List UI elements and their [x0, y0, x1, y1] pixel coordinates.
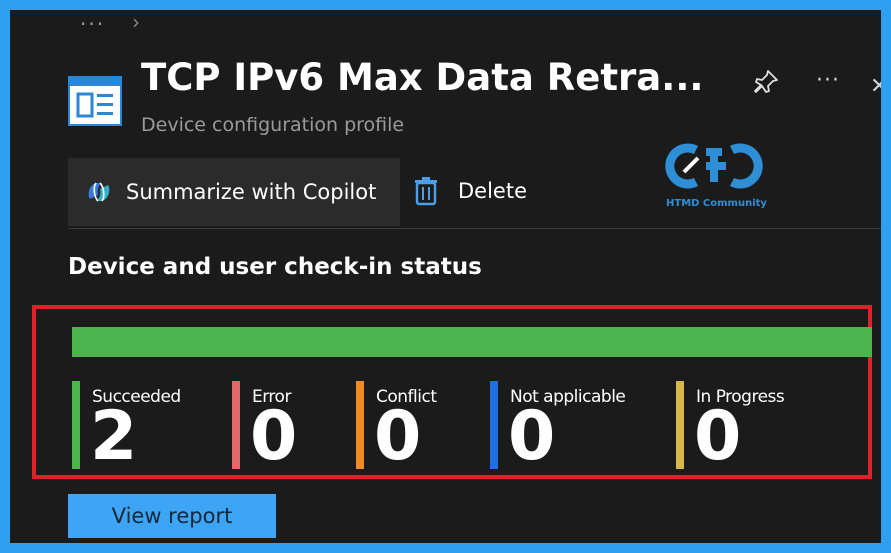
- stat-in-progress-color-bar: [676, 381, 684, 469]
- page-title: TCP IPv6 Max Data Retra...: [141, 56, 704, 99]
- stat-not-applicable-value: 0: [508, 397, 556, 476]
- stat-conflict-color-bar: [356, 381, 364, 469]
- stat-succeeded-value: 2: [90, 397, 138, 476]
- toolbar-divider: [68, 228, 881, 229]
- checkin-progress-bar: [72, 327, 872, 357]
- section-title: Device and user check-in status: [68, 254, 482, 280]
- stat-error-value: 0: [250, 397, 298, 476]
- page-subtitle: Device configuration profile: [141, 114, 405, 136]
- progress-fill-succeeded: [72, 327, 872, 357]
- stat-in-progress-value: 0: [694, 397, 742, 476]
- stat-succeeded-color-bar: [72, 381, 80, 469]
- delete-label: Delete: [458, 179, 527, 203]
- breadcrumb-separator: ›: [132, 10, 140, 34]
- view-report-button[interactable]: View report: [68, 494, 276, 538]
- more-options-icon[interactable]: ···: [816, 68, 840, 93]
- stat-error-color-bar: [232, 381, 240, 469]
- checkin-status-panel: Succeeded 2 Error 0 Conflict 0 Not appli…: [32, 305, 872, 479]
- profile-icon: [68, 76, 122, 126]
- main-panel: ··· › TCP IPv6 Max Data Retra... Device …: [10, 10, 881, 543]
- trash-icon: [414, 176, 438, 206]
- copilot-icon: [84, 177, 114, 207]
- stat-not-applicable-color-bar: [490, 381, 498, 469]
- summarize-copilot-label: Summarize with Copilot: [126, 180, 377, 204]
- watermark-text: HTMD Community: [666, 198, 767, 209]
- delete-button[interactable]: Delete: [414, 176, 527, 206]
- stat-conflict-value: 0: [374, 397, 422, 476]
- pin-icon[interactable]: [752, 68, 780, 96]
- close-icon[interactable]: ✕: [870, 74, 881, 99]
- breadcrumb-ellipsis[interactable]: ···: [80, 12, 105, 36]
- summarize-copilot-button[interactable]: Summarize with Copilot: [68, 158, 400, 226]
- htmd-watermark-logo: HTMD Community: [664, 138, 767, 218]
